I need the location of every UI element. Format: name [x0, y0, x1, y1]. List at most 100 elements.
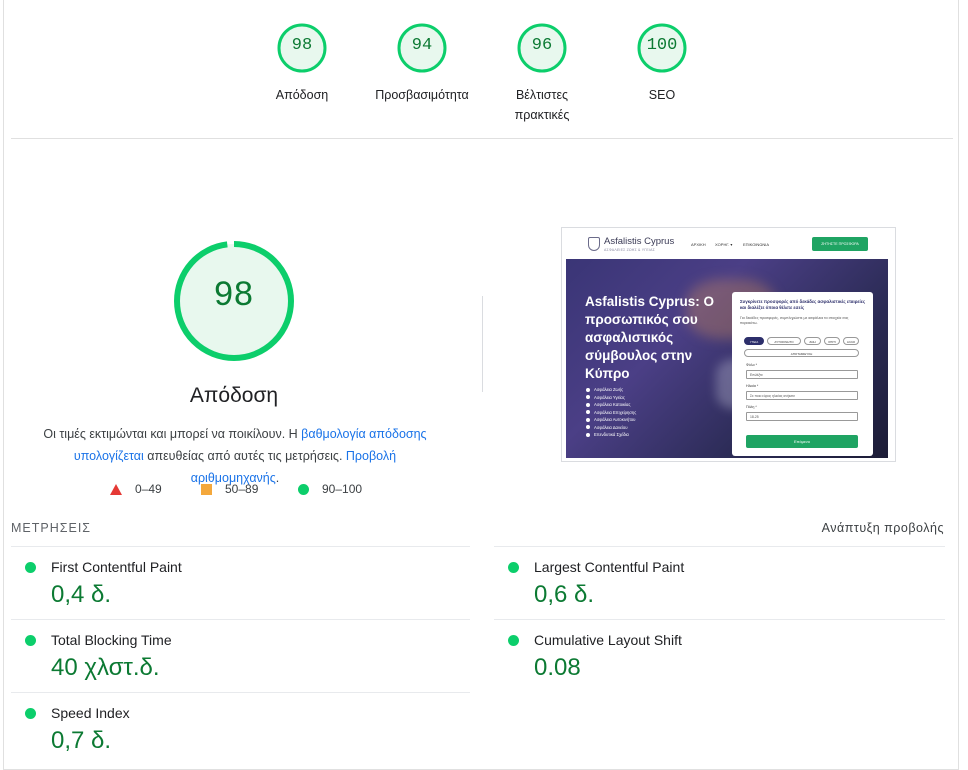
bullet-text: Επενδυτικά Σχέδια — [594, 432, 629, 438]
desc-text: απευθείας από αυτές τις μετρήσεις. — [143, 449, 346, 463]
row-divider — [11, 546, 470, 547]
bullet-icon — [586, 402, 590, 407]
section-divider — [11, 138, 953, 139]
vertical-divider — [482, 296, 483, 392]
bullet-icon — [586, 410, 590, 415]
gauge-label: SEO — [648, 88, 676, 102]
gauge-best-practices[interactable]: 96 Βέλτιστες πρακτικές — [482, 22, 602, 125]
thumb-bullet: Ασφάλεια Αυτοκινήτου — [586, 416, 676, 424]
gauge-seo[interactable]: 100 SEO — [602, 22, 722, 105]
thumb-form-heading: Συγκρίνετε προσφορές από δεκάδες ασφαλισ… — [740, 299, 866, 310]
thumb-form: Συγκρίνετε προσφορές από δεκάδες ασφαλισ… — [732, 292, 873, 456]
pass-circle-icon — [508, 562, 519, 573]
thumb-pill: ΑΥΤΟΚΙΝΗΤΟ — [767, 337, 801, 345]
thumb-bullet: Ασφάλεια Κατοικίας — [586, 401, 676, 409]
gauge-score: 98 — [291, 36, 313, 55]
thumb-pill: ΑΠΟΤΑΜΙΕΥΣΗ — [744, 349, 859, 357]
gauge-label: Απόδοση — [275, 88, 329, 102]
pass-circle-icon — [508, 635, 519, 646]
bullet-icon — [586, 395, 590, 400]
performance-description: Οι τιμές εκτιμώνται και μπορεί να ποικίλ… — [30, 423, 440, 489]
metric-value: 0.08 — [534, 654, 581, 681]
row-divider — [494, 546, 945, 547]
final-screenshot: Asfalistis Cyprus ΑΣΦΑΛΕΙΕΣ ΖΩΗΣ & ΥΓΕΙΑ… — [561, 227, 896, 462]
thumb-pill: ΖΩΗ — [804, 337, 821, 345]
bullet-icon — [586, 417, 590, 422]
bullet-text: Ασφάλεια Αυτοκινήτου — [594, 417, 636, 423]
desc-text: Οι τιμές εκτιμώνται και μπορεί να ποικίλ… — [43, 427, 302, 441]
gauge-label: Βέλτιστες πρακτικές — [514, 88, 570, 122]
thumb-brand-sub: ΑΣΦΑΛΕΙΕΣ ΖΩΗΣ & ΥΓΕΙΑΣ — [604, 248, 655, 252]
thumb-bullet: Ασφάλεια Ζωής — [586, 386, 676, 394]
metric-name: Total Blocking Time — [51, 632, 172, 648]
legend-pass: 90–100 — [298, 482, 362, 496]
legend-average: 50–89 — [201, 482, 258, 496]
metric-name: Largest Contentful Paint — [534, 559, 685, 575]
thumb-nav-link: ΧΟΡΗΓ. ▾ — [715, 242, 733, 247]
bullet-text: Ασφάλεια Κατοικίας — [594, 402, 631, 408]
metric-name: Speed Index — [51, 705, 130, 721]
thumb-brand: Asfalistis Cyprus — [604, 236, 675, 247]
thumb-navbar: Asfalistis Cyprus ΑΣΦΑΛΕΙΕΣ ΖΩΗΣ & ΥΓΕΙΑ… — [562, 228, 895, 259]
row-divider — [11, 692, 470, 693]
bullet-text: Ασφάλεια Δανείου — [594, 424, 628, 430]
triangle-icon — [110, 483, 122, 495]
thumb-bullet: Επενδυτικά Σχέδια — [586, 431, 676, 439]
thumb-pill: ΣΠΙΤΙ — [824, 337, 840, 345]
metric-value: 0,6 δ. — [534, 581, 595, 608]
thumb-form-para: Για δεκάδες προσφορές, συμπληρώστε με ασ… — [740, 316, 849, 325]
gauge-performance[interactable]: 98 Απόδοση — [242, 22, 362, 105]
gauge-score: 94 — [411, 36, 433, 55]
thumb-hero: Asfalistis Cyprus: Ο προσωπικός σου ασφα… — [566, 259, 888, 458]
square-icon — [201, 483, 212, 495]
thumb-bullet: Ασφάλεια Δανείου — [586, 424, 676, 432]
thumb-pill: ΥΓΕΙΑ — [744, 337, 764, 345]
thumb-field-label: Ηλικία * — [746, 384, 759, 388]
bullet-icon — [586, 425, 590, 430]
thumb-cta: ΖΗΤΗΣΤΕ ΠΡΟΣΦΟΡΑ — [812, 237, 868, 251]
legend-average-label: 50–89 — [225, 482, 259, 496]
metrics-heading: ΜΕΤΡΗΣΕΙΣ — [11, 521, 92, 535]
bullet-text: Ασφάλεια Υγείας — [594, 394, 625, 400]
bullet-icon — [586, 432, 590, 437]
performance-title: Απόδοση — [189, 384, 279, 407]
legend-fail-label: 0–49 — [135, 482, 162, 496]
thumb-hero-title: Asfalistis Cyprus: Ο προσωπικός σου ασφα… — [585, 294, 715, 381]
circle-icon — [298, 483, 309, 495]
thumb-nav-link: ΕΠΙΚΟΙΝΩΝΙΑ — [743, 242, 769, 247]
performance-gauge-large: 98 — [172, 239, 296, 363]
thumb-submit: Επόμενο — [746, 435, 858, 448]
bullet-icon — [586, 387, 590, 392]
pass-circle-icon — [25, 562, 36, 573]
thumb-bullet: Ασφάλεια Υγείας — [586, 394, 676, 402]
row-divider — [11, 619, 470, 620]
gauge-score: 100 — [646, 36, 678, 55]
desc-text: . — [275, 471, 280, 485]
legend-fail: 0–49 — [110, 482, 162, 496]
metric-value: 40 χλστ.δ. — [51, 654, 160, 681]
thumb-field-select: Σε ποιο εύρος ηλικίας ανήκετε — [746, 391, 858, 400]
thumb-nav-link: ΑΡΧΙΚΗ — [691, 242, 706, 247]
pass-circle-icon — [25, 708, 36, 719]
gauge-accessibility[interactable]: 94 Προσβασιμότητα — [362, 22, 482, 105]
performance-score-large: 98 — [214, 275, 254, 313]
thumb-pill: ΑΛΛΟ — [843, 337, 859, 345]
metric-value: 0,4 δ. — [51, 581, 112, 608]
bullet-text: Ασφάλεια Επιχείρησης — [594, 409, 637, 415]
thumb-field-label: Φύλο * — [746, 363, 757, 367]
metric-name: Cumulative Layout Shift — [534, 632, 682, 648]
metric-value: 0,7 δ. — [51, 727, 112, 754]
gauge-label: Προσβασιμότητα — [375, 88, 469, 102]
row-divider — [494, 619, 945, 620]
pass-circle-icon — [25, 635, 36, 646]
legend-pass-label: 90–100 — [322, 482, 363, 496]
thumb-bullet: Ασφάλεια Επιχείρησης — [586, 409, 676, 417]
thumb-field-label: Πόλη * — [746, 405, 757, 409]
expand-view-toggle[interactable]: Ανάπτυξη προβολής — [822, 521, 944, 535]
thumb-bullets: Ασφάλεια Ζωής Ασφάλεια Υγείας Ασφάλεια Κ… — [586, 386, 676, 439]
shield-icon — [588, 237, 600, 251]
thumb-field-select: Επιλέξτε — [746, 370, 858, 379]
bullet-text: Ασφάλεια Ζωής — [594, 387, 624, 393]
metric-name: First Contentful Paint — [51, 559, 182, 575]
thumb-field-select: 18-25 — [746, 412, 858, 421]
